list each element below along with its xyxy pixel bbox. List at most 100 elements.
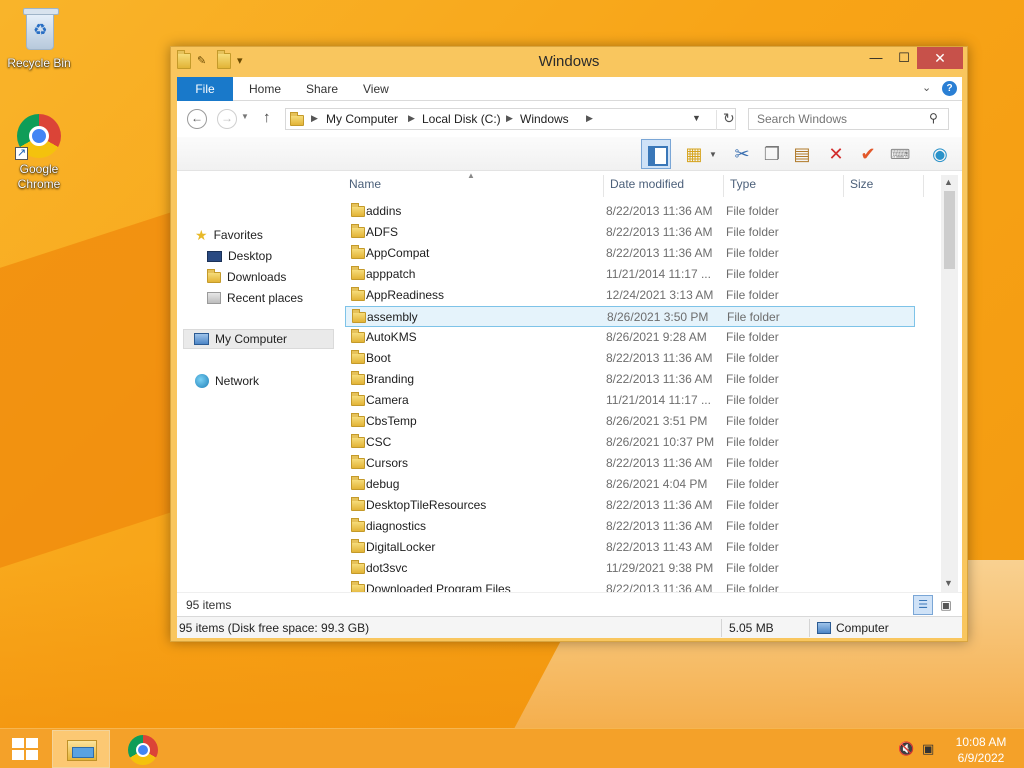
column-header-name[interactable]: Name [349,177,381,191]
file-date: 8/22/2013 11:36 AM [606,351,713,365]
table-row[interactable]: dot3svc 11/29/2021 9:38 PM File folder [345,558,915,579]
table-row[interactable]: CSC 8/26/2021 10:37 PM File folder [345,432,915,453]
column-divider[interactable] [843,175,844,197]
minimize-button[interactable]: — [863,47,889,69]
taskbar-file-explorer[interactable] [52,730,110,768]
copy-button[interactable]: ❐ [759,141,785,167]
file-list: ▲ Name Date modified Type Size addins 8/2… [341,171,962,592]
navigation-pane: ★ Favorites Desktop Downloads Recent pla… [177,171,341,592]
nav-favorites[interactable]: ★ Favorites [195,225,263,245]
table-row[interactable]: Downloaded Program Files 8/22/2013 11:36 … [345,579,915,592]
breadcrumb-local-disk[interactable]: Local Disk (C:) [422,112,501,126]
forward-button[interactable]: → [217,109,237,129]
close-button[interactable]: ✕ [917,47,963,69]
properties-button[interactable]: ▦ [681,141,707,167]
keyboard-icon[interactable]: ⌨ [887,141,913,167]
desktop-icon-recycle-bin[interactable]: Recycle Bin [1,6,77,71]
paste-button[interactable]: ▤ [789,141,815,167]
table-row[interactable]: AppCompat 8/22/2013 11:36 AM File folder [345,243,915,264]
file-name: AppReadiness [366,288,445,302]
title-bar[interactable]: ✎ ▾ Windows — ☐ ✕ [171,47,967,77]
status-size: 5.05 MB [729,621,774,635]
table-row[interactable]: Boot 8/22/2013 11:36 AM File folder [345,348,915,369]
table-row[interactable]: CbsTemp 8/26/2021 3:51 PM File folder [345,411,915,432]
file-name: Downloaded Program Files [366,582,511,592]
details-view-button[interactable]: ☰ [913,595,933,615]
table-row[interactable]: Cursors 8/22/2013 11:36 AM File folder [345,453,915,474]
folder-icon [351,581,365,592]
clock-time[interactable]: 10:08 AM [946,735,1016,749]
volume-muted-icon[interactable]: 🔇 [898,741,914,757]
search-icon[interactable]: ⚲ [929,111,938,125]
breadcrumb-windows[interactable]: Windows [520,112,569,126]
windows-logo-icon [26,750,38,760]
windows-logo-icon [12,750,24,760]
desktop-icon-label: Recycle Bin [7,56,71,70]
nav-desktop[interactable]: Desktop [207,246,272,266]
table-row[interactable]: apppatch 11/21/2014 11:17 ... File folder [345,264,915,285]
search-input[interactable] [748,108,949,130]
folder-icon [351,539,365,553]
tab-file[interactable]: File [177,77,233,101]
breadcrumb-separator-icon[interactable]: ▶ [506,113,513,124]
start-button[interactable] [12,738,38,760]
help-icon[interactable]: ? [942,81,957,96]
expand-ribbon-chevron-icon[interactable]: ⌄ [922,81,931,94]
nav-label: Favorites [213,228,263,242]
table-row[interactable]: Branding 8/22/2013 11:36 AM File folder [345,369,915,390]
table-row[interactable]: AutoKMS 8/26/2021 9:28 AM File folder [345,327,915,348]
column-header-size[interactable]: Size [850,177,873,191]
address-dropdown-icon[interactable]: ▼ [692,113,701,123]
network-tray-icon[interactable]: ▣ [922,741,934,757]
up-button[interactable]: ↑ [263,109,271,126]
file-date: 8/26/2021 3:50 PM [607,310,709,324]
address-bar[interactable]: ▶ My Computer ▶ Local Disk (C:) ▶ Window… [285,108,736,130]
globe-icon[interactable]: ◉ [927,141,953,167]
navigation-pane-button[interactable] [641,139,671,169]
column-header-type[interactable]: Type [730,177,756,191]
column-divider[interactable] [923,175,924,197]
file-type: File folder [726,456,779,470]
scroll-down-icon[interactable]: ▼ [944,578,953,588]
column-divider[interactable] [603,175,604,197]
column-header-date-modified[interactable]: Date modified [610,177,684,191]
table-row[interactable]: addins 8/22/2013 11:36 AM File folder [345,201,915,222]
table-row[interactable]: AppReadiness 12/24/2021 3:13 AM File folde… [345,285,915,306]
desktop-icon-google-chrome[interactable]: ↗ Google Chrome [1,112,77,192]
table-row[interactable]: diagnostics 8/22/2013 11:36 AM File folder [345,516,915,537]
tab-share[interactable]: Share [306,77,338,101]
breadcrumb-separator-icon[interactable]: ▶ [408,113,415,124]
breadcrumb-separator-icon[interactable]: ▶ [586,113,593,124]
rename-button[interactable]: ✔ [855,141,881,167]
file-date: 8/22/2013 11:36 AM [606,519,713,533]
nav-network[interactable]: Network [195,371,259,391]
table-row[interactable]: DesktopTileResources 8/22/2013 11:36 AM Fi… [345,495,915,516]
nav-downloads[interactable]: Downloads [207,267,286,287]
large-icons-view-button[interactable]: ▣ [937,596,955,614]
clock-date[interactable]: 6/9/2022 [946,751,1016,765]
file-type: File folder [726,225,779,239]
table-row[interactable]: assembly 8/26/2021 3:50 PM File folder [345,306,915,327]
tab-home[interactable]: Home [249,77,281,101]
table-row[interactable]: ADFS 8/22/2013 11:36 AM File folder [345,222,915,243]
table-row[interactable]: debug 8/26/2021 4:04 PM File folder [345,474,915,495]
scroll-up-icon[interactable]: ▲ [944,177,953,187]
breadcrumb-my-computer[interactable]: My Computer [326,112,398,126]
column-divider[interactable] [723,175,724,197]
tab-view[interactable]: View [363,77,389,101]
refresh-icon[interactable]: ↻ [716,110,735,130]
recent-locations-dropdown-icon[interactable]: ▼ [241,112,249,121]
taskbar-chrome-icon[interactable] [128,735,158,765]
vertical-scrollbar[interactable]: ▲ ▼ [941,175,958,592]
nav-recent-places[interactable]: Recent places [207,288,303,308]
delete-button[interactable]: ✕ [823,141,849,167]
table-row[interactable]: DigitalLocker 8/22/2013 11:43 AM File fold… [345,537,915,558]
breadcrumb-separator-icon[interactable]: ▶ [311,113,318,124]
cut-button[interactable]: ✂ [729,141,755,167]
table-row[interactable]: Camera 11/21/2014 11:17 ... File folder [345,390,915,411]
scrollbar-thumb[interactable] [944,191,955,269]
back-button[interactable]: ← [187,109,207,129]
nav-my-computer[interactable]: My Computer [183,329,334,349]
properties-dropdown-icon[interactable]: ▼ [709,150,717,159]
maximize-button[interactable]: ☐ [891,47,917,69]
